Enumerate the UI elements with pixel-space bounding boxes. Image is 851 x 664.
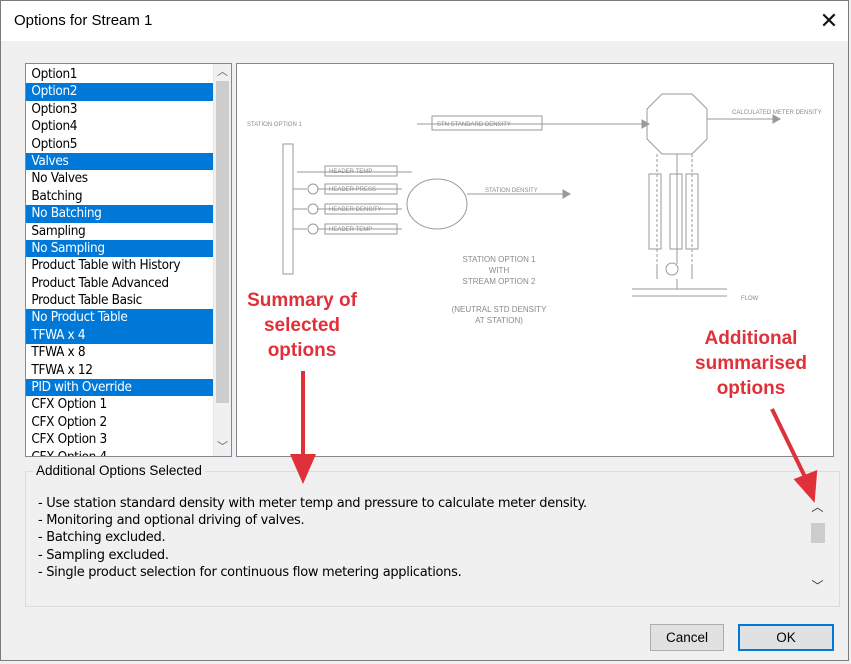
annotation-arrows <box>289 371 818 503</box>
options-dialog: Options for Stream 1 ✕ Option1 Option2 Opt… <box>0 0 849 661</box>
arrow-line <box>770 408 809 482</box>
arrow-head <box>289 454 317 485</box>
arrow-head <box>793 469 818 503</box>
